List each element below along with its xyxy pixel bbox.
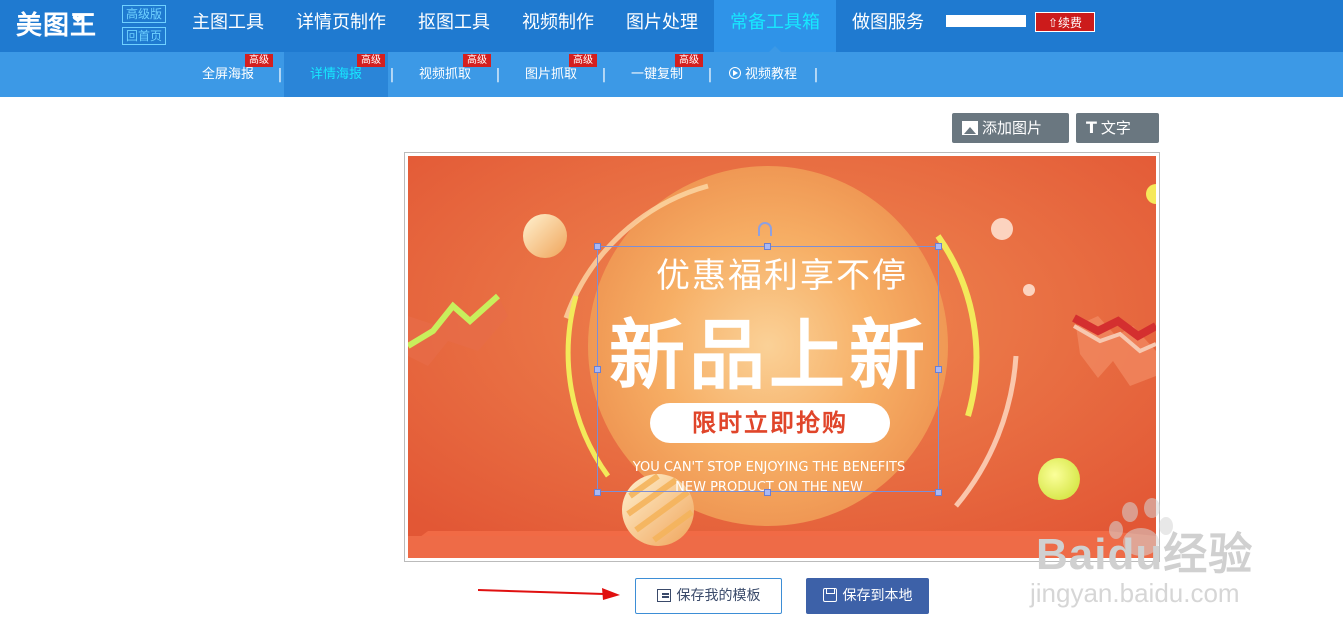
save-to-local-button[interactable]: 保存到本地 — [806, 578, 929, 614]
add-image-label: 添加图片 — [982, 119, 1043, 137]
nav-item-cutout-tools[interactable]: 抠图工具 — [402, 0, 506, 52]
subnav-item-image-grab[interactable]: 图片抓取 高级 — [502, 52, 600, 97]
resize-handle[interactable] — [935, 366, 942, 373]
template-icon — [656, 589, 671, 602]
upload-arrow-icon: ⇧ — [1047, 16, 1059, 30]
image-icon — [962, 121, 978, 135]
watermark-url: jingyan.baidu.com — [1030, 578, 1240, 608]
subnav-item-one-click-copy[interactable]: 一键复制 高级 — [608, 52, 706, 97]
premium-tag: 高级 — [569, 54, 597, 67]
floppy-disk-icon — [822, 588, 837, 602]
logo-swirl-icon: ❤ — [72, 12, 85, 28]
subnav-item-video-tutorial[interactable]: 视频教程 — [714, 52, 812, 97]
play-circle-icon — [728, 67, 741, 79]
watermark-brand: Baidu经验 — [1036, 530, 1254, 579]
nav-item-toolbox[interactable]: 常备工具箱 — [714, 0, 836, 52]
subnav-label: 全屏海报 — [201, 67, 254, 82]
subnav-item-fullscreen-poster[interactable]: 全屏海报 高级 — [180, 52, 276, 97]
brand-logo[interactable]: 美图王 ❤ — [16, 6, 97, 46]
renew-button[interactable]: ⇧续费 — [1035, 12, 1095, 32]
resize-handle[interactable] — [935, 243, 942, 250]
sub-nav: 全屏海报 高级 | 详情海报 高级 | 视频抓取 高级 | 图片抓取 高级 | … — [180, 52, 820, 97]
subnav-label: 视频抓取 — [418, 67, 471, 82]
selection-box[interactable] — [597, 246, 939, 492]
rotate-handle-icon[interactable] — [758, 222, 772, 236]
subnav-label: 视频教程 — [744, 67, 797, 82]
resize-handle[interactable] — [935, 489, 942, 496]
renew-label: 续费 — [1058, 16, 1083, 30]
subnav-item-detail-poster[interactable]: 详情海报 高级 — [284, 52, 388, 97]
save-my-template-button[interactable]: 保存我的模板 — [635, 578, 782, 614]
nav-item-main-image-tools[interactable]: 主图工具 — [176, 0, 280, 52]
nav-item-image-processing[interactable]: 图片处理 — [610, 0, 714, 52]
subnav-label: 图片抓取 — [524, 67, 577, 82]
subnav-item-video-grab[interactable]: 视频抓取 高级 — [396, 52, 494, 97]
text-icon: T — [1086, 118, 1097, 137]
red-arrow-annotation — [478, 588, 620, 600]
main-nav: 主图工具 详情页制作 抠图工具 视频制作 图片处理 常备工具箱 做图服务 — [176, 0, 940, 52]
separator: | — [707, 67, 713, 83]
resize-handle[interactable] — [594, 366, 601, 373]
edition-badge: 高级版 — [122, 5, 166, 23]
resize-handle[interactable] — [764, 489, 771, 496]
separator: | — [389, 67, 395, 83]
separator: | — [813, 67, 819, 83]
save-local-label: 保存到本地 — [842, 588, 913, 604]
nav-item-video[interactable]: 视频制作 — [506, 0, 610, 52]
nav-item-detail-page[interactable]: 详情页制作 — [280, 0, 402, 52]
nav-item-design-service[interactable]: 做图服务 — [836, 0, 940, 52]
premium-tag: 高级 — [357, 54, 385, 67]
subnav-label: 详情海报 — [309, 67, 362, 82]
separator: | — [601, 67, 607, 83]
premium-tag: 高级 — [245, 54, 273, 67]
resize-handle[interactable] — [594, 243, 601, 250]
sub-navigation-bar: 全屏海报 高级 | 详情海报 高级 | 视频抓取 高级 | 图片抓取 高级 | … — [0, 52, 1343, 97]
resize-handle[interactable] — [594, 489, 601, 496]
top-navigation-bar: 美图王 ❤ 高级版 回首页 主图工具 详情页制作 抠图工具 视频制作 图片处理 常… — [0, 0, 1343, 52]
premium-tag: 高级 — [463, 54, 491, 67]
resize-handle[interactable] — [764, 243, 771, 250]
app-window: 美图王 ❤ 高级版 回首页 主图工具 详情页制作 抠图工具 视频制作 图片处理 常… — [0, 0, 1343, 638]
separator: | — [495, 67, 501, 83]
separator: | — [277, 67, 283, 83]
add-text-label: 文字 — [1100, 119, 1131, 137]
premium-tag: 高级 — [675, 54, 703, 67]
add-image-button[interactable]: 添加图片 — [952, 113, 1069, 143]
add-text-button[interactable]: T 文字 — [1076, 113, 1159, 143]
save-template-label: 保存我的模板 — [676, 588, 761, 604]
home-link[interactable]: 回首页 — [122, 27, 166, 45]
username-redacted[interactable] — [946, 15, 1026, 27]
subnav-label: 一键复制 — [630, 67, 683, 82]
